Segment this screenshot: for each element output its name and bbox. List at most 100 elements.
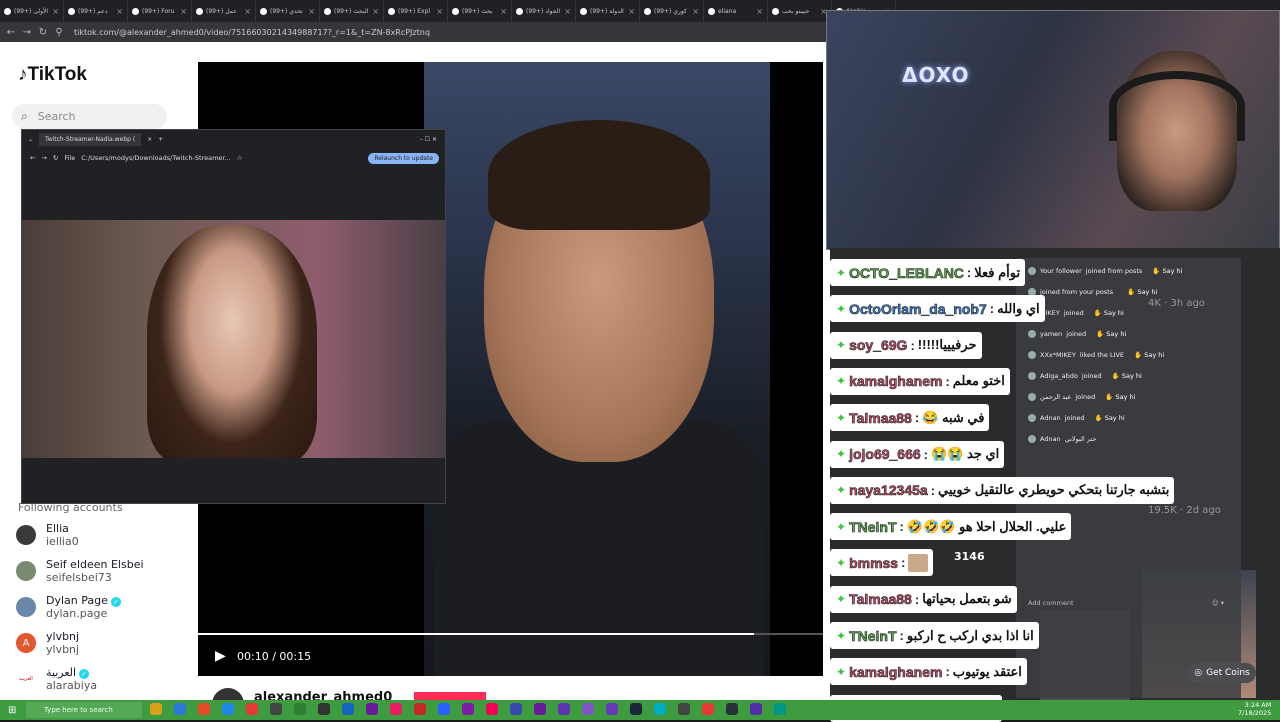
- account-handle: ylvbnj: [46, 643, 80, 656]
- get-coins-button[interactable]: ◎ Get Coins: [1188, 663, 1256, 683]
- close-tab-icon[interactable]: ×: [756, 7, 763, 16]
- taskbar-app-icon[interactable]: [726, 703, 738, 715]
- browser-tab[interactable]: (99+) الدولة ×: [576, 0, 640, 22]
- forward-icon[interactable]: →: [22, 27, 32, 38]
- close-tab-icon[interactable]: ×: [500, 7, 507, 16]
- viewer-tab[interactable]: Twitch-Streamer-Nadia.webp (: [39, 132, 142, 146]
- gift-gem-icon: ✦: [836, 374, 847, 389]
- url-input[interactable]: tiktok.com/@alexander_ahmed0/video/75166…: [74, 28, 430, 37]
- window-controls-icon[interactable]: – ☐ ✕: [420, 136, 437, 143]
- browser-tab[interactable]: (99+) عمل ×: [192, 0, 256, 22]
- video-progress-bar[interactable]: [198, 633, 823, 635]
- close-tab-icon[interactable]: ×: [180, 7, 187, 16]
- say-hi-button[interactable]: ✋ Say hi: [1152, 267, 1182, 275]
- browser-tab[interactable]: (99+) الجواد ×: [512, 0, 576, 22]
- taskbar-app-icon[interactable]: [318, 703, 330, 715]
- file-path[interactable]: C:/Users/modys/Downloads/Twitch-Streamer…: [81, 154, 230, 162]
- taskbar-app-icon[interactable]: [366, 703, 378, 715]
- browser-tab[interactable]: eliana ×: [704, 0, 768, 22]
- close-tab-icon[interactable]: ×: [52, 7, 59, 16]
- say-hi-button[interactable]: ✋ Say hi: [1094, 309, 1124, 317]
- browser-tab[interactable]: (99+) البحث ×: [320, 0, 384, 22]
- tab-favicon-icon: [388, 7, 395, 15]
- close-tab-icon[interactable]: ×: [308, 7, 315, 16]
- file-chip: File: [64, 154, 76, 162]
- taskbar-app-icon[interactable]: [630, 703, 642, 715]
- site-info-icon[interactable]: ⚲: [54, 27, 64, 38]
- taskbar-app-icon[interactable]: [606, 703, 618, 715]
- say-hi-button[interactable]: ✋ Say hi: [1096, 330, 1126, 338]
- chat-username: soy_69G: [849, 337, 908, 354]
- close-tab-icon[interactable]: ×: [628, 7, 635, 16]
- activity-user: Adnan: [1040, 435, 1061, 443]
- back-icon[interactable]: ←: [30, 154, 35, 162]
- taskbar-app-icon[interactable]: [678, 703, 690, 715]
- say-hi-button[interactable]: ✋ Say hi: [1105, 393, 1135, 401]
- taskbar-search[interactable]: Type here to search: [26, 702, 142, 718]
- taskbar-app-icon[interactable]: [486, 703, 498, 715]
- taskbar-app-icon[interactable]: [462, 703, 474, 715]
- taskbar-app-icon[interactable]: [294, 703, 306, 715]
- say-hi-button[interactable]: ✋ Say hi: [1095, 414, 1125, 422]
- taskbar-app-icon[interactable]: [702, 703, 714, 715]
- browser-tab[interactable]: (99+) بحث ×: [448, 0, 512, 22]
- taskbar-app-icon[interactable]: [270, 703, 282, 715]
- side-stat: 4K · 3h ago: [1148, 298, 1205, 309]
- taskbar-app-icon[interactable]: [510, 703, 522, 715]
- taskbar-app-icon[interactable]: [198, 703, 210, 715]
- tiktok-logo[interactable]: ♪TikTok: [18, 64, 87, 86]
- say-hi-button[interactable]: ✋ Say hi: [1112, 372, 1142, 380]
- taskbar-app-icon[interactable]: [750, 703, 762, 715]
- taskbar-app-icon[interactable]: [342, 703, 354, 715]
- following-account[interactable]: Ellia iellia0: [16, 518, 186, 552]
- reload-icon[interactable]: ↻: [38, 27, 48, 38]
- play-icon[interactable]: ▶: [215, 648, 226, 664]
- close-tab-icon[interactable]: ×: [436, 7, 443, 16]
- following-account[interactable]: Aylvbnj ylvbnj: [16, 626, 186, 660]
- new-tab-icon[interactable]: +: [158, 136, 163, 143]
- close-tab-icon[interactable]: ×: [147, 136, 152, 143]
- following-account[interactable]: Dylan Page ✓ dylan.page: [16, 590, 186, 624]
- browser-tab[interactable]: (99+) دعم ×: [64, 0, 128, 22]
- taskbar-app-icon[interactable]: [150, 703, 162, 715]
- back-icon[interactable]: ←: [6, 27, 16, 38]
- close-tab-icon[interactable]: ×: [372, 7, 379, 16]
- emoji-icon[interactable]: ☺ ▾: [1212, 599, 1224, 607]
- reload-icon[interactable]: ↻: [53, 154, 58, 162]
- close-tab-icon[interactable]: ×: [116, 7, 123, 16]
- taskbar-app-icon[interactable]: [174, 703, 186, 715]
- taskbar-app-icon[interactable]: [390, 703, 402, 715]
- say-hi-button[interactable]: ✋ Say hi: [1127, 288, 1157, 296]
- taskbar-app-icon[interactable]: [582, 703, 594, 715]
- browser-tab[interactable]: (99+) الأولى ×: [0, 0, 64, 22]
- tab-menu-icon[interactable]: ⌄: [28, 136, 33, 143]
- browser-tab[interactable]: (99+) تحدي ×: [256, 0, 320, 22]
- search-input[interactable]: ⌕ Search: [12, 104, 167, 129]
- activity-item: Adnan joined ✋ Say hi: [1028, 409, 1125, 427]
- taskbar-app-icon[interactable]: [414, 703, 426, 715]
- chat-username: OctoOrlam_da_nob7: [849, 300, 987, 317]
- close-tab-icon[interactable]: ×: [244, 7, 251, 16]
- close-tab-icon[interactable]: ×: [692, 7, 699, 16]
- taskbar-app-icon[interactable]: [438, 703, 450, 715]
- forward-icon[interactable]: →: [41, 154, 46, 162]
- taskbar-app-icon[interactable]: [558, 703, 570, 715]
- add-comment-input[interactable]: Add comment ☺ ▾: [1028, 595, 1224, 611]
- taskbar-app-icon[interactable]: [246, 703, 258, 715]
- taskbar-app-icon[interactable]: [222, 703, 234, 715]
- browser-tab[interactable]: حبيبتو بحب ×: [768, 0, 832, 22]
- relaunch-button[interactable]: Relaunch to update: [368, 152, 439, 164]
- browser-tab[interactable]: (99+) Expl ×: [384, 0, 448, 22]
- taskbar-app-icon[interactable]: [534, 703, 546, 715]
- following-account[interactable]: Seif eldeen Elsbei seifelsbei73: [16, 554, 186, 588]
- say-hi-button[interactable]: ✋ Say hi: [1134, 351, 1164, 359]
- browser-tab[interactable]: (99+) كوري ×: [640, 0, 704, 22]
- activity-action: joined: [1064, 414, 1085, 422]
- taskbar-app-icon[interactable]: [774, 703, 786, 715]
- close-tab-icon[interactable]: ×: [564, 7, 571, 16]
- star-icon[interactable]: ☆: [237, 154, 243, 162]
- following-account[interactable]: العربية العربية ✓ alarabiya: [16, 662, 186, 696]
- browser-tab[interactable]: (99+) Foru ×: [128, 0, 192, 22]
- start-icon[interactable]: ⊞: [8, 705, 16, 716]
- taskbar-app-icon[interactable]: [654, 703, 666, 715]
